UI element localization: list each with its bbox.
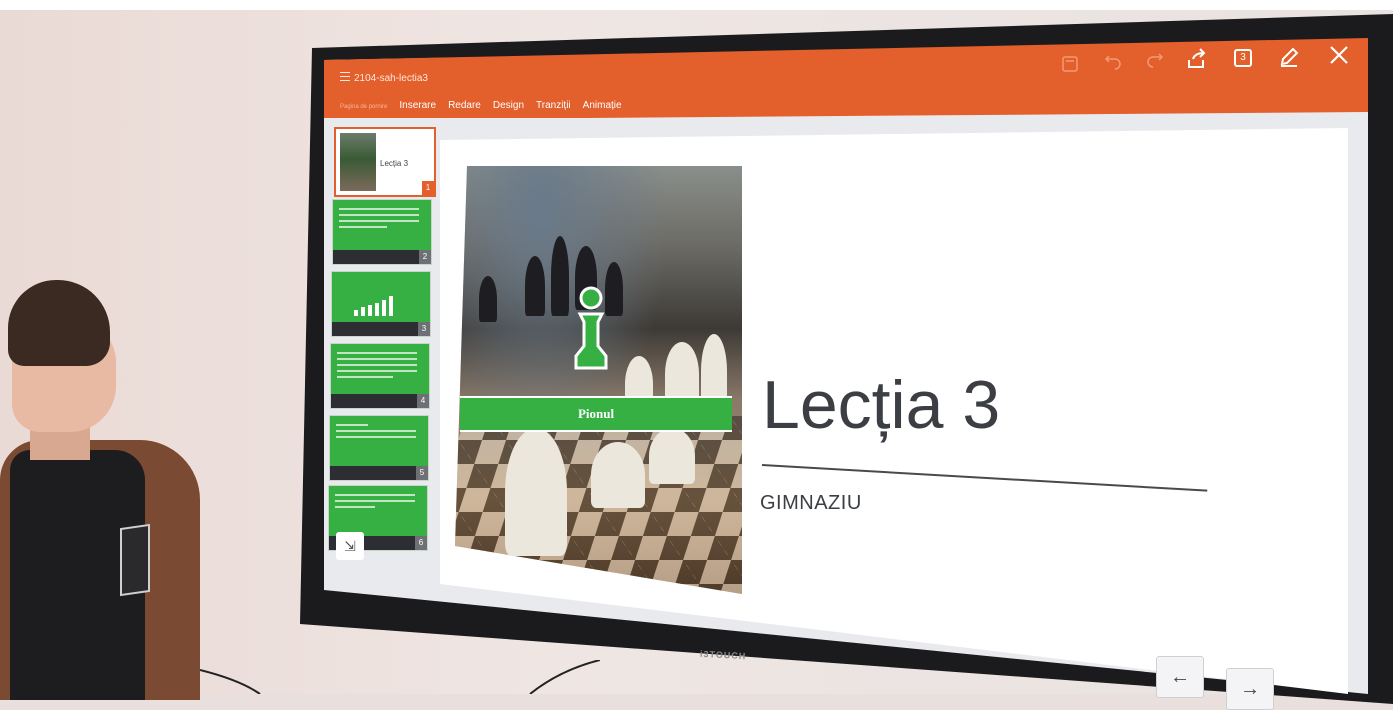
previous-slide-button[interactable]: ← [1156,656,1204,698]
shirt-print [120,523,150,597]
pieces-preview [354,296,393,316]
cables [200,660,600,694]
tab-insert[interactable]: Inserare [399,100,436,111]
thumbnail-number: 1 [422,181,434,195]
thumbnail-1[interactable]: Lecția 3 1 [334,127,436,197]
ribbon-tabs: Pagina de pornire Inserare Redare Design… [340,100,622,111]
student [0,280,210,700]
document-title: 2104-sah-lectia3 [354,73,428,84]
tab-transitions[interactable]: Tranziții [536,100,571,111]
close-icon[interactable] [1328,44,1350,70]
share-icon[interactable] [1186,48,1208,74]
thumbnail-image [340,133,376,191]
thumbnail-number: 4 [417,394,429,408]
thumbnail-number: 5 [416,466,428,480]
thumbnail-3[interactable]: 3 [331,271,431,337]
thumbnail-4[interactable]: 4 [330,343,430,409]
photo-border [0,0,1393,10]
redo-icon[interactable] [1146,50,1164,72]
tab-design[interactable]: Design [493,100,524,111]
edit-icon[interactable] [1278,46,1300,72]
thumbnail-2[interactable]: 2 [332,199,432,265]
export-icon[interactable]: ⇲ [336,532,364,560]
chess-photo [455,166,742,594]
student-hair [8,280,110,366]
save-icon[interactable] [1062,56,1078,76]
slide-subtitle: GIMNAZIU [760,492,862,514]
slide-number-icon[interactable]: 3 [1234,49,1252,67]
tab-home[interactable]: Pagina de pornire [340,104,387,110]
tab-playback[interactable]: Redare [448,100,481,111]
thumbnail-5[interactable]: 5 [329,415,429,481]
thumbnail-label: Lecția 3 [380,159,409,168]
slide-title: Lecția 3 [762,367,1001,443]
pawn-icon [574,286,608,370]
thumbnail-number: 3 [418,322,430,336]
undo-icon[interactable] [1104,52,1122,74]
next-slide-button[interactable]: → [1226,668,1274,710]
image-caption: Pionul [460,396,732,432]
thumbnail-number: 2 [419,250,431,264]
thumbnail-number: 6 [415,536,427,550]
tab-animation[interactable]: Animație [583,100,622,111]
